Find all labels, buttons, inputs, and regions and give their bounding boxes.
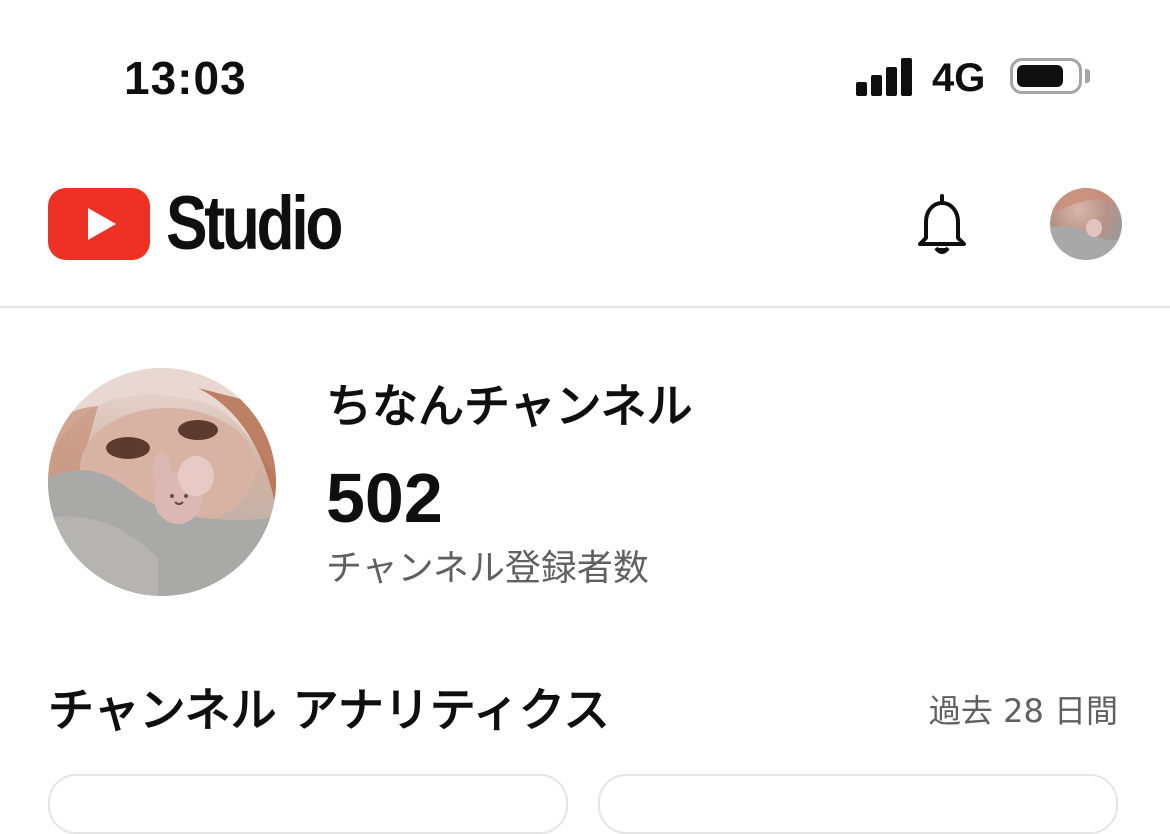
status-time: 13:03 [124,52,247,104]
channel-avatar[interactable] [48,368,276,596]
analytics-title: チャンネル アナリティクス [48,683,610,737]
analytics-period: 過去 28 日間 [928,692,1118,730]
network-type: 4G [932,56,986,100]
studio-logo-text: Studio [166,181,343,266]
youtube-play-icon[interactable] [48,188,150,260]
subscriber-label: チャンネル登録者数 [326,548,649,589]
app-header: Studio [0,150,1170,308]
analytics-card-left[interactable] [48,774,568,834]
analytics-card-right[interactable] [598,774,1118,834]
channel-name: ちなんチャンネル [326,379,693,433]
battery-tip [1085,69,1090,83]
subscriber-count: 502 [326,459,443,537]
status-bar: 13:03 4G [0,0,1170,150]
avatar[interactable] [1050,188,1122,260]
battery-icon [1010,58,1082,94]
signal-icon [856,58,914,96]
bell-icon[interactable] [914,194,970,258]
